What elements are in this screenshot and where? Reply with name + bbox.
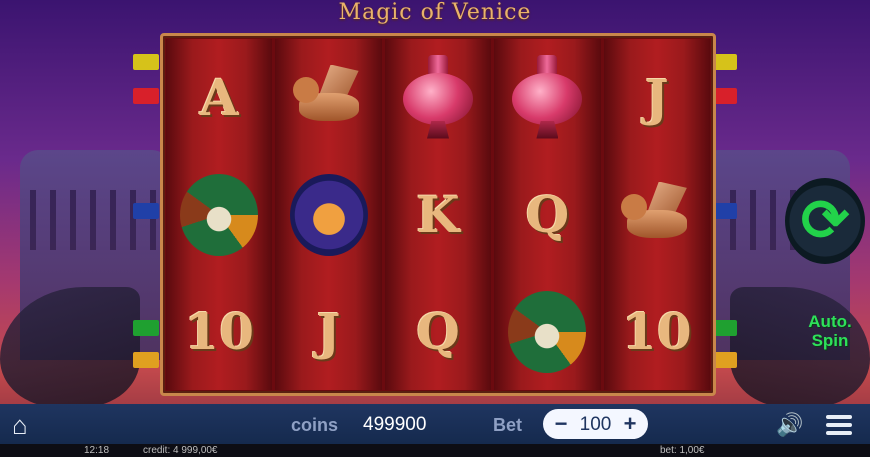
mask-green-symbol (180, 173, 259, 256)
payline-tab (133, 54, 159, 70)
winged-lion-symbol (289, 63, 369, 133)
reel-3: K Q (384, 39, 492, 390)
mask-green-symbol (508, 290, 587, 373)
status-bar: 12:18 credit: 4 999,00€ bet: 1,00€ (0, 444, 870, 457)
payline-tab (133, 352, 159, 368)
bet-label: Bet (493, 415, 523, 435)
symbol-letter: Q (525, 185, 570, 244)
winged-lion-symbol (617, 180, 697, 250)
payline-tab (133, 320, 159, 336)
game-title: Magic of Venice (338, 0, 532, 25)
symbol-cell (275, 156, 381, 273)
vase-symbol (403, 54, 474, 141)
spin-arrows-icon: ⟳ (800, 188, 850, 253)
symbol-cell: Q (494, 156, 600, 273)
symbol-cell: 10 (604, 273, 710, 390)
bet-control: − 100 + (543, 409, 648, 439)
coins-value: 499900 (363, 414, 427, 435)
symbol-cell (166, 156, 272, 273)
coins-label: coins (291, 415, 339, 435)
symbol-letter: A (199, 68, 239, 127)
speaker-icon[interactable]: 🔊 (776, 412, 806, 438)
mask-orange-symbol (289, 173, 368, 256)
bottom-bar: ⌂ coins 499900 Bet − 100 + 🔊 (0, 404, 870, 444)
symbol-cell: Q (385, 273, 491, 390)
symbol-cell: K (385, 156, 491, 273)
spin-button[interactable]: ⟳ (785, 178, 865, 264)
symbol-cell (275, 39, 381, 156)
symbol-letter: 10 (184, 302, 254, 361)
symbol-letter: Q (416, 302, 460, 361)
symbol-cell: J (275, 273, 381, 390)
reel-5: J 10 (603, 39, 711, 390)
symbol-letter: J (644, 68, 669, 127)
symbol-letter: 10 (622, 302, 692, 361)
reel-4: Q (494, 39, 601, 390)
payline-tab (133, 88, 159, 104)
symbol-cell: J (604, 39, 710, 156)
reel-2: J (275, 39, 382, 390)
symbol-cell: A (166, 39, 272, 156)
bet-increase-button[interactable]: + (616, 409, 644, 439)
symbol-cell (494, 273, 600, 390)
menu-icon[interactable] (826, 412, 852, 438)
reel-1: A 10 (166, 39, 273, 390)
status-credit: credit: 4 999,00€ (143, 445, 218, 456)
symbol-letter: K (416, 185, 460, 244)
symbol-cell: 10 (166, 273, 272, 390)
status-time: 12:18 (84, 445, 110, 456)
status-bet: bet: 1,00€ (660, 445, 705, 456)
reels: A 10 J K Q Q J 10 (166, 39, 711, 390)
payline-tab (133, 203, 159, 219)
auto-spin-button[interactable]: Auto. Spin (800, 312, 860, 350)
symbol-letter: J (316, 302, 341, 361)
vase-symbol (512, 54, 583, 141)
reel-frame: A 10 J K Q Q J 10 (160, 33, 716, 396)
symbol-cell (385, 39, 491, 156)
symbol-cell (604, 156, 710, 273)
symbol-cell (494, 39, 600, 156)
home-icon[interactable]: ⌂ (12, 412, 40, 438)
